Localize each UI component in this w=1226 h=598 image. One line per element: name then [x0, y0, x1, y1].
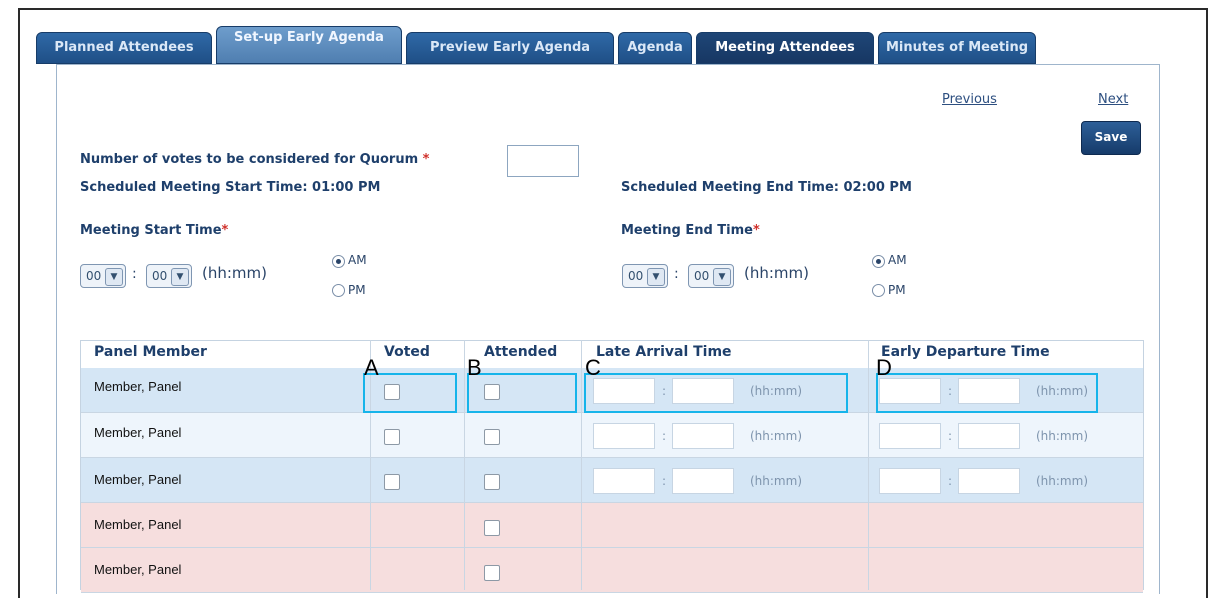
end-minute-select[interactable]: 00 ▼	[688, 264, 734, 288]
chevron-down-icon[interactable]: ▼	[105, 268, 123, 286]
column-divider	[581, 340, 582, 590]
save-button[interactable]: Save	[1081, 121, 1141, 155]
member-name: Member, Panel	[94, 562, 182, 577]
quorum-input[interactable]	[507, 145, 579, 177]
time-colon: :	[948, 429, 953, 443]
header-early-departure: Early Departure Time	[881, 344, 1050, 360]
highlight-box-c	[584, 373, 848, 413]
end-pm-label: PM	[888, 283, 906, 297]
time-colon: :	[948, 474, 953, 488]
end-pm-radio[interactable]	[872, 284, 885, 297]
highlight-box-d	[876, 373, 1098, 413]
end-time-hint: (hh:mm)	[744, 264, 809, 282]
column-divider	[868, 340, 869, 590]
header-voted: Voted	[384, 344, 430, 360]
scheduled-start-time: Scheduled Meeting Start Time: 01:00 PM	[80, 180, 381, 195]
annotation-d: D	[876, 355, 892, 380]
start-am-label: AM	[348, 253, 367, 267]
time-colon: :	[132, 266, 137, 282]
quorum-label: Number of votes to be considered for Quo…	[80, 152, 429, 167]
member-name: Member, Panel	[94, 472, 182, 487]
tab-planned-attendees[interactable]: Planned Attendees	[36, 32, 212, 64]
attended-checkbox[interactable]	[484, 474, 500, 490]
early-minute-input[interactable]	[958, 468, 1020, 494]
end-minute-value: 00	[694, 269, 710, 283]
required-marker: *	[221, 223, 229, 238]
header-panel-member: Panel Member	[94, 344, 207, 360]
end-hour-value: 00	[628, 269, 644, 283]
voted-checkbox[interactable]	[384, 474, 400, 490]
tab-minutes-of-meeting[interactable]: Minutes of Meeting	[878, 32, 1036, 64]
attended-checkbox[interactable]	[484, 429, 500, 445]
meeting-end-label: Meeting End Time*	[621, 223, 760, 238]
table-row	[81, 548, 1143, 593]
table-row	[81, 503, 1143, 548]
tab-preview-early-agenda[interactable]: Preview Early Agenda	[406, 32, 614, 64]
annotation-c: C	[585, 355, 601, 380]
early-minute-input[interactable]	[958, 423, 1020, 449]
late-minute-input[interactable]	[672, 423, 734, 449]
early-time-hint: (hh:mm)	[1036, 429, 1088, 443]
required-marker: *	[422, 152, 430, 167]
early-hour-input[interactable]	[879, 468, 941, 494]
start-time-hint: (hh:mm)	[202, 264, 267, 282]
chevron-down-icon[interactable]: ▼	[171, 268, 189, 286]
end-am-label: AM	[888, 253, 907, 267]
meeting-start-label: Meeting Start Time*	[80, 223, 228, 238]
attended-checkbox[interactable]	[484, 565, 500, 581]
early-hour-input[interactable]	[879, 423, 941, 449]
member-name: Member, Panel	[94, 425, 182, 440]
late-hour-input[interactable]	[593, 468, 655, 494]
late-time-hint: (hh:mm)	[750, 474, 802, 488]
time-colon: :	[674, 266, 679, 282]
time-colon: :	[662, 474, 667, 488]
voted-checkbox[interactable]	[384, 429, 400, 445]
annotation-b: B	[467, 355, 482, 380]
tab-setup-early-agenda[interactable]: Set-up Early Agenda	[216, 26, 402, 64]
highlight-box-b	[467, 373, 577, 413]
member-name: Member, Panel	[94, 379, 182, 394]
start-minute-value: 00	[152, 269, 168, 283]
required-marker: *	[752, 223, 760, 238]
start-hour-value: 00	[86, 269, 102, 283]
start-am-radio[interactable]	[332, 255, 345, 268]
chevron-down-icon[interactable]: ▼	[647, 268, 665, 286]
start-minute-select[interactable]: 00 ▼	[146, 264, 192, 288]
time-colon: :	[662, 429, 667, 443]
attended-checkbox[interactable]	[484, 520, 500, 536]
scheduled-end-time: Scheduled Meeting End Time: 02:00 PM	[621, 180, 912, 195]
next-link[interactable]: Next	[1098, 92, 1128, 107]
end-hour-select[interactable]: 00 ▼	[622, 264, 668, 288]
meeting-end-label-text: Meeting End Time	[621, 223, 753, 238]
end-am-radio[interactable]	[872, 255, 885, 268]
tab-meeting-attendees[interactable]: Meeting Attendees	[696, 32, 874, 64]
previous-link[interactable]: Previous	[942, 92, 997, 107]
late-hour-input[interactable]	[593, 423, 655, 449]
start-pm-radio[interactable]	[332, 284, 345, 297]
quorum-label-text: Number of votes to be considered for Quo…	[80, 152, 419, 167]
start-hour-select[interactable]: 00 ▼	[80, 264, 126, 288]
late-minute-input[interactable]	[672, 468, 734, 494]
header-late-arrival: Late Arrival Time	[596, 344, 732, 360]
column-divider	[464, 340, 465, 590]
start-pm-label: PM	[348, 283, 366, 297]
early-time-hint: (hh:mm)	[1036, 474, 1088, 488]
late-time-hint: (hh:mm)	[750, 429, 802, 443]
member-name: Member, Panel	[94, 517, 182, 532]
tab-agenda[interactable]: Agenda	[618, 32, 692, 64]
chevron-down-icon[interactable]: ▼	[713, 268, 731, 286]
annotation-a: A	[364, 355, 379, 380]
header-attended: Attended	[484, 344, 558, 360]
meeting-start-label-text: Meeting Start Time	[80, 223, 222, 238]
